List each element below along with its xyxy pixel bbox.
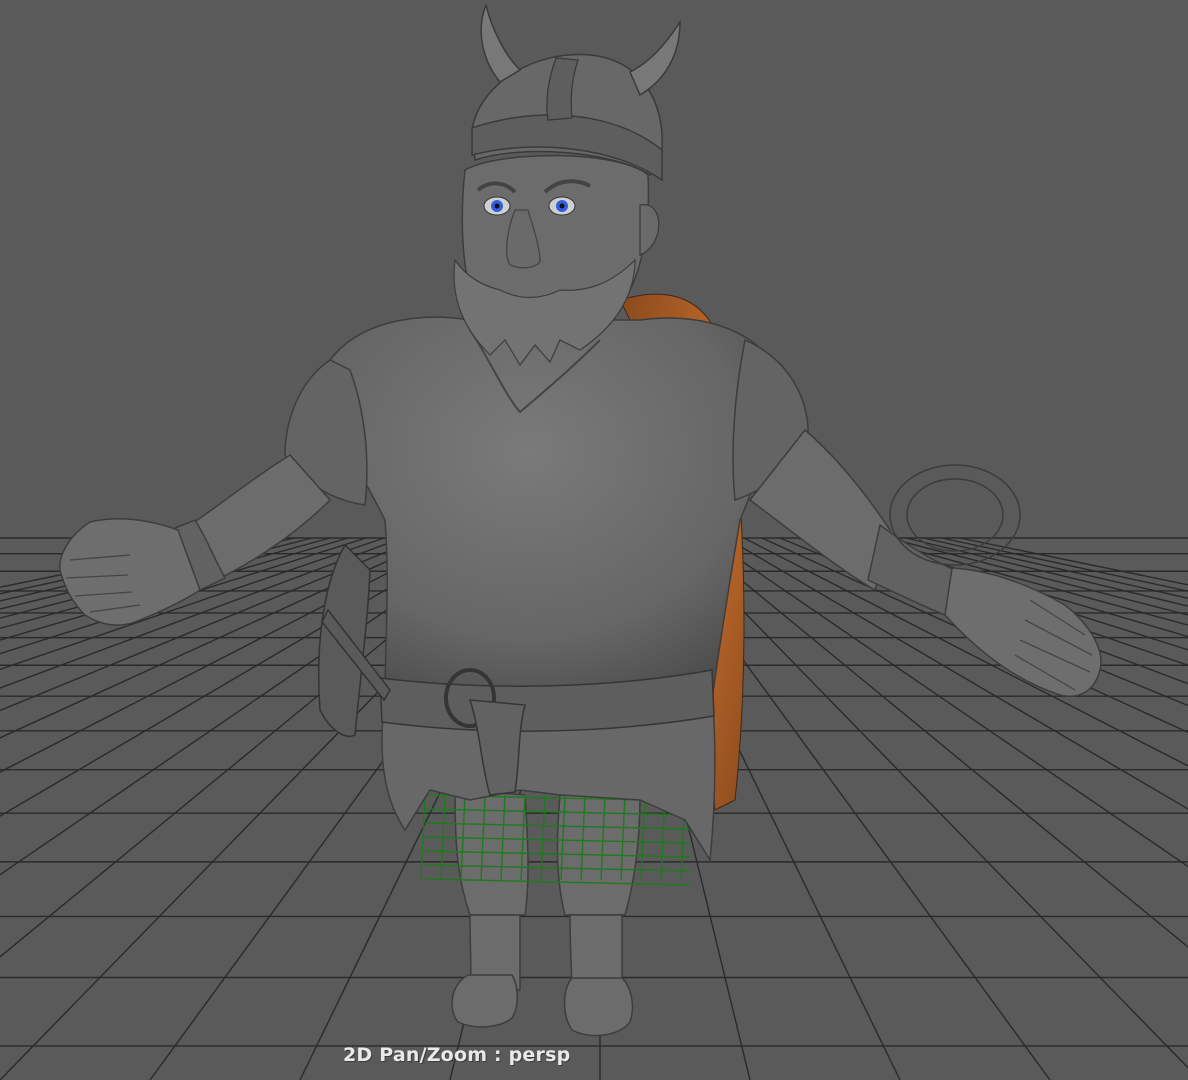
- torso: [327, 316, 774, 701]
- viking-character-model[interactable]: [59, 2, 1102, 1037]
- ear: [639, 204, 660, 256]
- 3d-viewport[interactable]: 2D Pan/Zoom : persp: [0, 0, 1188, 1080]
- left-hand: [59, 518, 201, 626]
- viewport-scene[interactable]: [0, 0, 1188, 1080]
- right-horn: [629, 19, 681, 97]
- left-horn: [480, 2, 522, 83]
- viewport-hud-label: 2D Pan/Zoom : persp: [343, 1044, 571, 1066]
- axe: [318, 543, 391, 737]
